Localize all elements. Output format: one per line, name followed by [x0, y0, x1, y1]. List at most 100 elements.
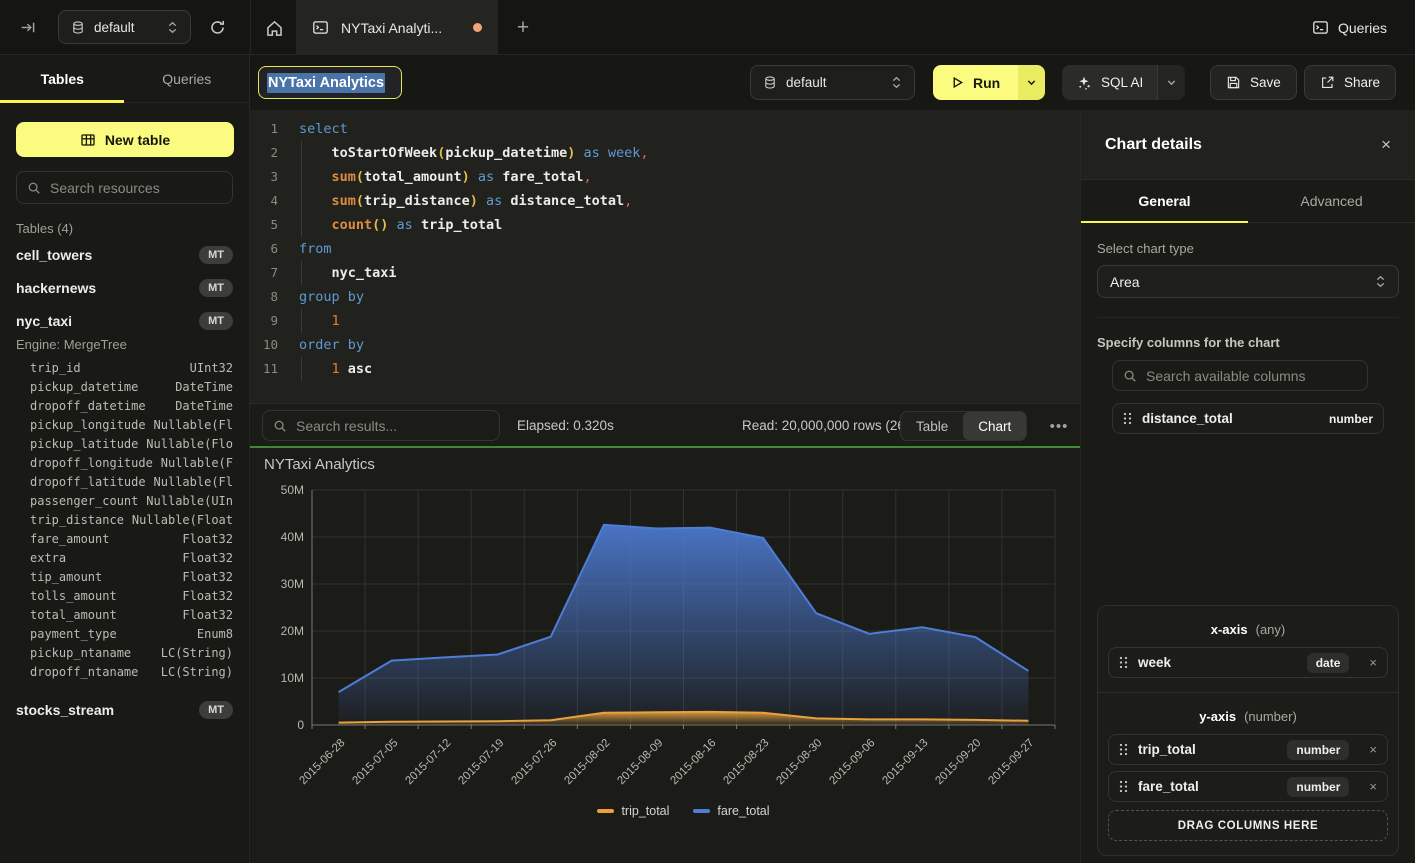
column-row[interactable]: pickup_ntanameLC(String) — [0, 643, 249, 662]
database-icon — [763, 75, 777, 90]
code-token — [299, 145, 332, 161]
active-tab-underline — [1081, 221, 1248, 224]
collapse-sidebar-icon[interactable] — [14, 13, 42, 41]
code-token: total_amount — [364, 169, 462, 185]
refresh-icon[interactable] — [203, 13, 231, 41]
remove-column-icon[interactable]: × — [1369, 742, 1377, 757]
results-toolbar: Search results... Elapsed: 0.320s Read: … — [250, 403, 1080, 446]
column-row[interactable]: pickup_longitudeNullable(Fl — [0, 415, 249, 434]
code-token — [299, 313, 332, 329]
chart-type-value: Area — [1110, 274, 1140, 290]
column-chip-name: distance_total — [1142, 411, 1319, 426]
sql-ai-chevron[interactable] — [1157, 65, 1185, 100]
column-row[interactable]: passenger_countNullable(UIn — [0, 491, 249, 510]
legend-item-fare_total[interactable]: fare_total — [693, 804, 769, 818]
column-row[interactable]: dropoff_latitudeNullable(Fl — [0, 472, 249, 491]
column-type: Enum8 — [197, 627, 233, 641]
drop-zone[interactable]: DRAG COLUMNS HERE — [1108, 810, 1388, 841]
run-button[interactable]: Run — [933, 65, 1018, 100]
column-row[interactable]: trip_distanceNullable(Float — [0, 510, 249, 529]
column-row[interactable]: payment_typeEnum8 — [0, 624, 249, 643]
share-button[interactable]: Share — [1304, 65, 1396, 100]
column-row[interactable]: pickup_datetimeDateTime — [0, 377, 249, 396]
drag-handle-icon[interactable] — [1119, 780, 1128, 793]
tab-advanced[interactable]: Advanced — [1248, 180, 1415, 222]
area-series-fare_total — [339, 525, 1029, 725]
column-row[interactable]: dropoff_longitudeNullable(F — [0, 453, 249, 472]
column-chip-week[interactable]: weekdate× — [1108, 647, 1388, 678]
column-row[interactable]: dropoff_ntanameLC(String) — [0, 662, 249, 681]
toggle-chart[interactable]: Chart — [963, 412, 1026, 440]
chart-type-select[interactable]: Area — [1097, 265, 1399, 298]
code-text: sum(trip_distance) as distance_total, — [299, 189, 632, 213]
home-icon[interactable] — [258, 13, 290, 43]
save-button[interactable]: Save — [1210, 65, 1297, 100]
table-chart-toggle: Table Chart — [900, 411, 1027, 441]
legend-item-trip_total[interactable]: trip_total — [597, 804, 669, 818]
column-row[interactable]: pickup_latitudeNullable(Flo — [0, 434, 249, 453]
code-line: 8group by — [250, 285, 1080, 309]
search-columns-input[interactable]: Search available columns — [1112, 360, 1368, 391]
column-name: tolls_amount — [30, 589, 117, 603]
column-row[interactable]: tip_amountFloat32 — [0, 567, 249, 586]
column-type: Float32 — [182, 532, 233, 546]
table-row[interactable]: stocks_streamMT — [0, 693, 249, 726]
sql-editor[interactable]: 1select2 toStartOfWeek(pickup_datetime) … — [250, 110, 1080, 403]
code-token: () — [372, 217, 388, 233]
area-chart[interactable] — [250, 448, 1080, 863]
column-row[interactable]: trip_idUInt32 — [0, 358, 249, 377]
code-token: , — [584, 169, 592, 185]
new-tab-button[interactable]: + — [508, 13, 538, 43]
table-row[interactable]: hackernewsMT — [0, 271, 249, 304]
line-number: 9 — [250, 309, 278, 333]
more-options-icon[interactable]: ••• — [1045, 411, 1073, 441]
code-token: 1 — [332, 361, 340, 377]
tab-general[interactable]: General — [1081, 180, 1248, 222]
database-selector[interactable]: default — [58, 10, 191, 44]
column-row[interactable]: tolls_amountFloat32 — [0, 586, 249, 605]
unsaved-changes-dot — [473, 23, 482, 32]
column-row[interactable]: dropoff_datetimeDateTime — [0, 396, 249, 415]
queries-button[interactable]: Queries — [1312, 11, 1387, 44]
search-results-placeholder: Search results... — [296, 418, 397, 434]
column-row[interactable]: extraFloat32 — [0, 548, 249, 567]
column-chip-fare_total[interactable]: fare_totalnumber× — [1108, 771, 1388, 802]
column-name: fare_amount — [30, 532, 109, 546]
column-name: pickup_latitude — [30, 437, 138, 451]
table-row[interactable]: cell_towersMT — [0, 238, 249, 271]
toggle-table[interactable]: Table — [901, 412, 963, 440]
table-row[interactable]: nyc_taxiMT — [0, 304, 249, 337]
search-results-input[interactable]: Search results... — [262, 410, 500, 441]
database-icon — [71, 20, 85, 35]
code-token — [299, 169, 332, 185]
sidebar-tab-queries[interactable]: Queries — [125, 55, 250, 102]
column-row[interactable]: total_amountFloat32 — [0, 605, 249, 624]
sql-ai-button[interactable]: SQL AI — [1062, 65, 1157, 100]
remove-column-icon[interactable]: × — [1369, 779, 1377, 794]
search-resources-input[interactable]: Search resources — [16, 171, 233, 204]
column-type: Nullable(F — [161, 456, 233, 470]
legend-label: trip_total — [621, 804, 669, 818]
line-number: 3 — [250, 165, 278, 189]
panel-header: Chart details × — [1081, 110, 1415, 180]
drag-handle-icon[interactable] — [1119, 743, 1128, 756]
database-selector-value: default — [94, 20, 158, 35]
sidebar-tab-tables[interactable]: Tables — [0, 55, 125, 102]
code-line: 4 sum(trip_distance) as distance_total, — [250, 189, 1080, 213]
drag-handle-icon[interactable] — [1123, 412, 1132, 425]
sparkles-icon — [1076, 75, 1092, 91]
run-button-group: Run — [933, 65, 1045, 100]
column-chip-trip_total[interactable]: trip_totalnumber× — [1108, 734, 1388, 765]
column-chip-distance_total[interactable]: distance_totalnumber — [1112, 403, 1384, 434]
run-options-chevron[interactable] — [1018, 65, 1045, 100]
query-database-selector[interactable]: default — [750, 65, 915, 100]
query-title-input[interactable]: NYTaxi Analytics — [258, 66, 402, 99]
chart-details-panel: Chart details × General Advanced Select … — [1080, 110, 1415, 863]
indent-guide — [301, 165, 302, 189]
close-icon[interactable]: × — [1381, 135, 1391, 155]
tab-nytaxi-analytics[interactable]: NYTaxi Analyti... — [296, 0, 498, 55]
remove-column-icon[interactable]: × — [1369, 655, 1377, 670]
new-table-button[interactable]: New table — [16, 122, 234, 157]
column-row[interactable]: fare_amount Float32 — [0, 529, 249, 548]
drag-handle-icon[interactable] — [1119, 656, 1128, 669]
